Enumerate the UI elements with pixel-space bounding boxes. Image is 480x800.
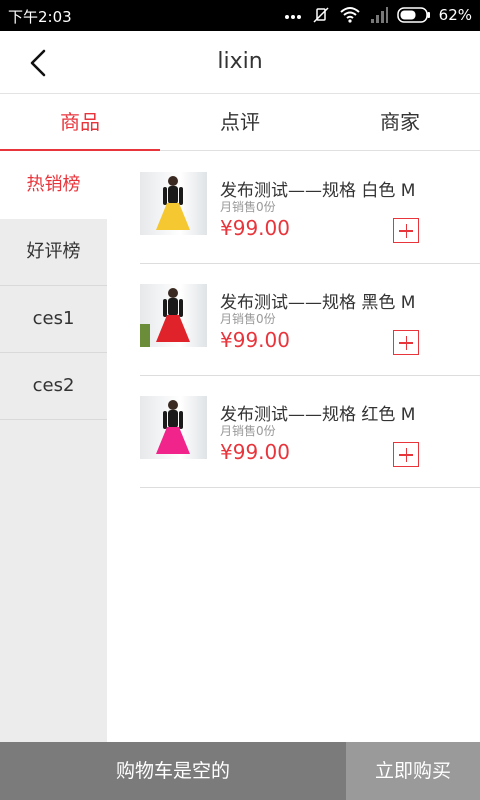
cart-status[interactable]: 购物车是空的 [0, 742, 346, 800]
skirt-shape [156, 203, 190, 230]
mute-icon [311, 5, 331, 25]
sidebar-item-top-rated[interactable]: 好评榜 [0, 219, 107, 286]
product-monthly-sales: 月销售0份 [220, 312, 276, 326]
sidebar-item-hot-sales[interactable]: 热销榜 [0, 152, 107, 219]
product-item[interactable]: 发布测试——规格 黑色 M 月销售0份 ¥99.00 [140, 264, 480, 376]
tab-bar: 商品 点评 商家 [0, 95, 480, 151]
product-price: ¥99.00 [220, 216, 290, 240]
tab-merchant[interactable]: 商家 [320, 95, 480, 150]
battery-icon [396, 6, 431, 24]
product-monthly-sales: 月销售0份 [220, 200, 276, 214]
skirt-shape [156, 315, 190, 342]
more-dots-icon [283, 5, 303, 25]
product-image [140, 172, 207, 235]
product-image [140, 284, 207, 347]
add-to-cart-button[interactable] [393, 218, 419, 243]
tab-reviews[interactable]: 点评 [160, 95, 320, 150]
product-image [140, 396, 207, 459]
tab-products[interactable]: 商品 [0, 95, 160, 151]
signal-icon [369, 5, 389, 25]
category-sidebar: 热销榜 好评榜 ces1 ces2 [0, 152, 107, 742]
wifi-icon [339, 5, 361, 25]
buy-now-button[interactable]: 立即购买 [346, 742, 480, 800]
status-icons: 62% [283, 5, 472, 25]
nav-bar: lixin [0, 31, 480, 94]
status-bar: 下午2:03 62% [0, 0, 480, 31]
product-price: ¥99.00 [220, 440, 290, 464]
product-monthly-sales: 月销售0份 [220, 424, 276, 438]
product-price: ¥99.00 [220, 328, 290, 352]
add-to-cart-button[interactable] [393, 330, 419, 355]
skirt-shape [156, 427, 190, 454]
product-list: 发布测试——规格 白色 M 月销售0份 ¥99.00 发布测试——规格 黑色 M… [140, 152, 480, 488]
product-item[interactable]: 发布测试——规格 红色 M 月销售0份 ¥99.00 [140, 376, 480, 488]
sidebar-item-ces2[interactable]: ces2 [0, 353, 107, 420]
sidebar-item-ces1[interactable]: ces1 [0, 286, 107, 353]
add-to-cart-button[interactable] [393, 442, 419, 467]
page-title: lixin [217, 49, 263, 74]
battery-percentage: 62% [438, 6, 472, 24]
status-time: 下午2:03 [8, 8, 72, 26]
bottom-cart-bar: 购物车是空的 立即购买 [0, 742, 480, 800]
product-item[interactable]: 发布测试——规格 白色 M 月销售0份 ¥99.00 [140, 152, 480, 264]
